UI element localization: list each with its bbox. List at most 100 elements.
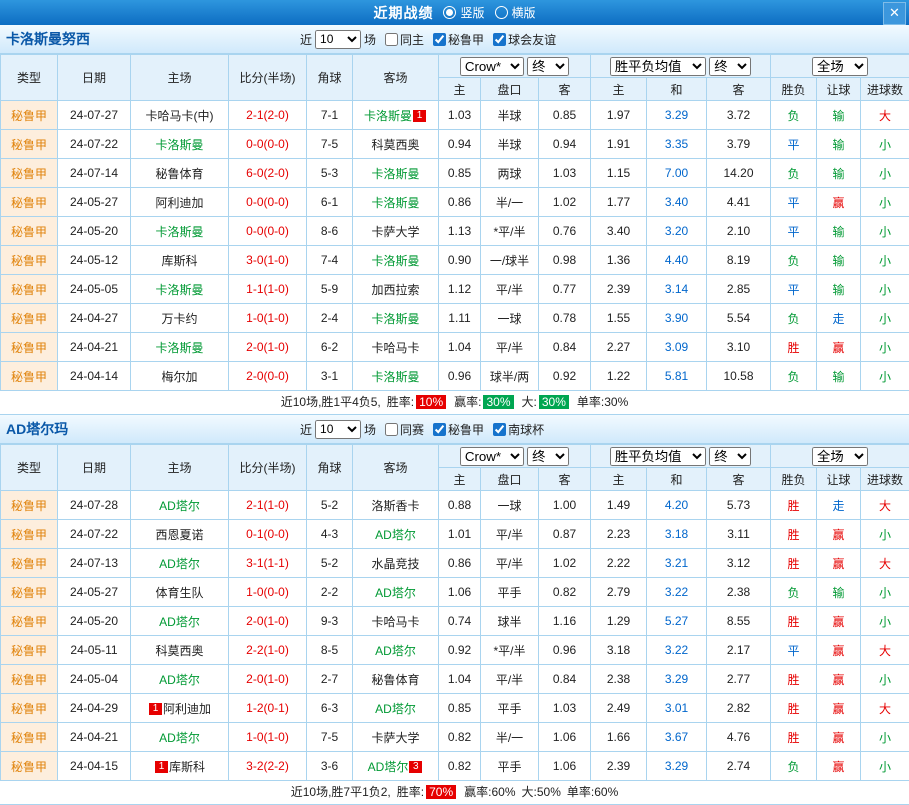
result-cell: 负 — [771, 101, 817, 130]
eu-home-odds: 2.39 — [591, 752, 647, 781]
eu-final-select[interactable]: 终 — [709, 57, 751, 76]
team-link[interactable]: AD塔尔 — [375, 702, 416, 716]
ah-final-select[interactable]: 终 — [527, 447, 569, 466]
team-link[interactable]: 洛斯香卡 — [371, 499, 419, 513]
team-section-1: 卡洛斯曼努西 近 10 场 同主 秘鲁甲 球会友谊 — [0, 25, 909, 415]
league-checkbox[interactable] — [433, 33, 446, 46]
team-link[interactable]: 科莫西奥 — [155, 644, 203, 658]
team-link[interactable]: 加西拉索 — [371, 283, 419, 297]
team-link[interactable]: 卡洛斯曼 — [155, 138, 203, 152]
ah-home-odds: 0.96 — [439, 362, 481, 391]
result-cell: 负 — [771, 362, 817, 391]
same-home-filter[interactable]: 同主 — [385, 31, 424, 48]
team-link[interactable]: 梅尔加 — [161, 370, 197, 384]
corner-cell: 5-3 — [307, 159, 353, 188]
team-link[interactable]: AD塔尔 — [368, 760, 409, 774]
team-link[interactable]: 秘鲁体育 — [155, 167, 203, 181]
score-cell: 2-0(1-0) — [229, 333, 307, 362]
league-cell: 秘鲁甲 — [1, 723, 58, 752]
team-link[interactable]: AD塔尔 — [375, 644, 416, 658]
team-link[interactable]: 卡哈马卡 — [371, 615, 419, 629]
col-ah-home: 主 — [439, 78, 481, 101]
team-link[interactable]: AD塔尔 — [159, 731, 200, 745]
col-eu-draw: 和 — [647, 468, 707, 491]
cup-filter[interactable]: 南球杯 — [493, 421, 544, 438]
same-competition-checkbox[interactable] — [385, 423, 398, 436]
team-link[interactable]: AD塔尔 — [159, 557, 200, 571]
team-link[interactable]: 卡哈马卡 — [371, 341, 419, 355]
team-link[interactable]: 阿利迪加 — [155, 196, 203, 210]
col-ah-away: 客 — [539, 468, 591, 491]
goals-result-cell: 大 — [861, 694, 909, 723]
result-cell: 负 — [771, 304, 817, 333]
landscape-radio-label[interactable]: 横版 — [512, 4, 536, 21]
match-count-select[interactable]: 10 — [315, 420, 361, 439]
team-link[interactable]: 卡哈马卡(中) — [146, 109, 214, 123]
portrait-radio-label[interactable]: 竖版 — [460, 4, 484, 21]
team-link[interactable]: 科莫西奥 — [371, 138, 419, 152]
team-link[interactable]: 卡萨大学 — [371, 731, 419, 745]
team-link[interactable]: 万卡约 — [161, 312, 197, 326]
team-link[interactable]: AD塔尔 — [375, 528, 416, 542]
league-checkbox[interactable] — [433, 423, 446, 436]
team-link[interactable]: 卡洛斯曼 — [155, 341, 203, 355]
eu-final-select[interactable]: 终 — [709, 447, 751, 466]
team-link[interactable]: AD塔尔 — [375, 586, 416, 600]
scope-select[interactable]: 全场 — [812, 447, 868, 466]
ah-home-odds: 0.74 — [439, 607, 481, 636]
team-link[interactable]: 库斯科 — [161, 254, 197, 268]
eu-draw-odds: 3.18 — [647, 520, 707, 549]
team-link[interactable]: 卡洛斯曼 — [371, 254, 419, 268]
team-link[interactable]: 库斯科 — [169, 760, 205, 774]
cup-checkbox[interactable] — [493, 423, 506, 436]
score-cell: 2-1(1-0) — [229, 491, 307, 520]
team-link[interactable]: 体育生队 — [155, 586, 203, 600]
league-filter[interactable]: 秘鲁甲 — [433, 31, 484, 48]
ah-final-select[interactable]: 终 — [527, 57, 569, 76]
result-cell: 胜 — [771, 723, 817, 752]
score-cell: 3-1(1-1) — [229, 549, 307, 578]
close-icon[interactable]: ✕ — [883, 2, 906, 25]
team-link[interactable]: 卡洛斯曼 — [155, 225, 203, 239]
same-competition-filter[interactable]: 同赛 — [385, 421, 424, 438]
landscape-radio[interactable] — [495, 6, 508, 19]
friendly-filter[interactable]: 球会友谊 — [493, 31, 556, 48]
portrait-radio[interactable] — [443, 6, 456, 19]
eu-source-select[interactable]: 胜平负均值 — [610, 447, 706, 466]
team-link[interactable]: 卡洛斯曼 — [371, 196, 419, 210]
eu-home-odds: 1.66 — [591, 723, 647, 752]
score-cell: 1-0(1-0) — [229, 723, 307, 752]
ah-home-odds: 0.86 — [439, 549, 481, 578]
friendly-checkbox[interactable] — [493, 33, 506, 46]
games-label: 场 — [364, 31, 376, 48]
eu-source-select[interactable]: 胜平负均值 — [610, 57, 706, 76]
team-link[interactable]: AD塔尔 — [159, 499, 200, 513]
handicap-cell: 平/半 — [481, 520, 539, 549]
team-link[interactable]: 卡洛斯曼 — [371, 167, 419, 181]
ah-source-select[interactable]: Crow* — [460, 57, 524, 76]
team-link[interactable]: 卡萨大学 — [371, 225, 419, 239]
eu-away-odds: 2.17 — [707, 636, 771, 665]
result-cell: 胜 — [771, 491, 817, 520]
result-cell: 负 — [771, 159, 817, 188]
match-count-select[interactable]: 10 — [315, 30, 361, 49]
team-link[interactable]: 卡洛斯曼 — [371, 312, 419, 326]
team-link[interactable]: 卡洛斯曼 — [364, 109, 412, 123]
team-link[interactable]: 西恩夏诺 — [155, 528, 203, 542]
scope-select[interactable]: 全场 — [812, 57, 868, 76]
col-ah-away: 客 — [539, 78, 591, 101]
team-link[interactable]: 水晶竞技 — [371, 557, 419, 571]
corner-cell: 2-2 — [307, 578, 353, 607]
team-link[interactable]: 阿利迪加 — [163, 702, 211, 716]
same-home-checkbox[interactable] — [385, 33, 398, 46]
team-link[interactable]: AD塔尔 — [159, 615, 200, 629]
team-link[interactable]: 卡洛斯曼 — [155, 283, 203, 297]
eu-away-odds: 10.58 — [707, 362, 771, 391]
team-link[interactable]: 卡洛斯曼 — [371, 370, 419, 384]
red-card-badge: 1 — [155, 761, 168, 773]
ah-source-select[interactable]: Crow* — [460, 447, 524, 466]
checkbox-label: 秘鲁甲 — [448, 31, 484, 48]
league-filter[interactable]: 秘鲁甲 — [433, 421, 484, 438]
team-link[interactable]: AD塔尔 — [159, 673, 200, 687]
team-link[interactable]: 秘鲁体育 — [371, 673, 419, 687]
